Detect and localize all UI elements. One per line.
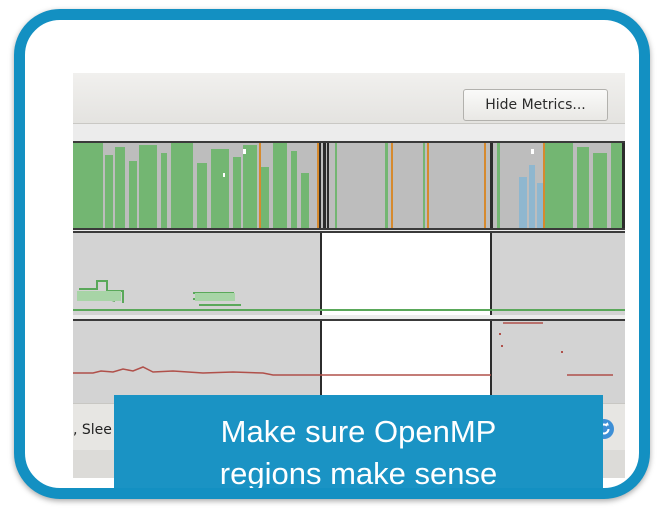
status-text: , Slee (73, 422, 112, 438)
metric-graph-1-plot (73, 233, 625, 315)
timeline-graphic (73, 143, 625, 228)
hide-metrics-button[interactable]: Hide Metrics... (463, 89, 608, 121)
hide-metrics-label: Hide Metrics... (485, 97, 586, 113)
caption-text: Make sure OpenMP regions make sense (219, 414, 498, 491)
metric-graph-1[interactable] (73, 231, 625, 315)
slide-frame: Hide Metrics... , Slee Make sure OpenMP … (14, 9, 650, 499)
caption-box: Make sure OpenMP regions make sense (114, 395, 603, 491)
timeline-view[interactable] (73, 141, 625, 230)
toolbar: Hide Metrics... (73, 73, 625, 124)
metric-graph-2-plot (73, 321, 613, 403)
metric-graph-2[interactable] (73, 319, 625, 403)
